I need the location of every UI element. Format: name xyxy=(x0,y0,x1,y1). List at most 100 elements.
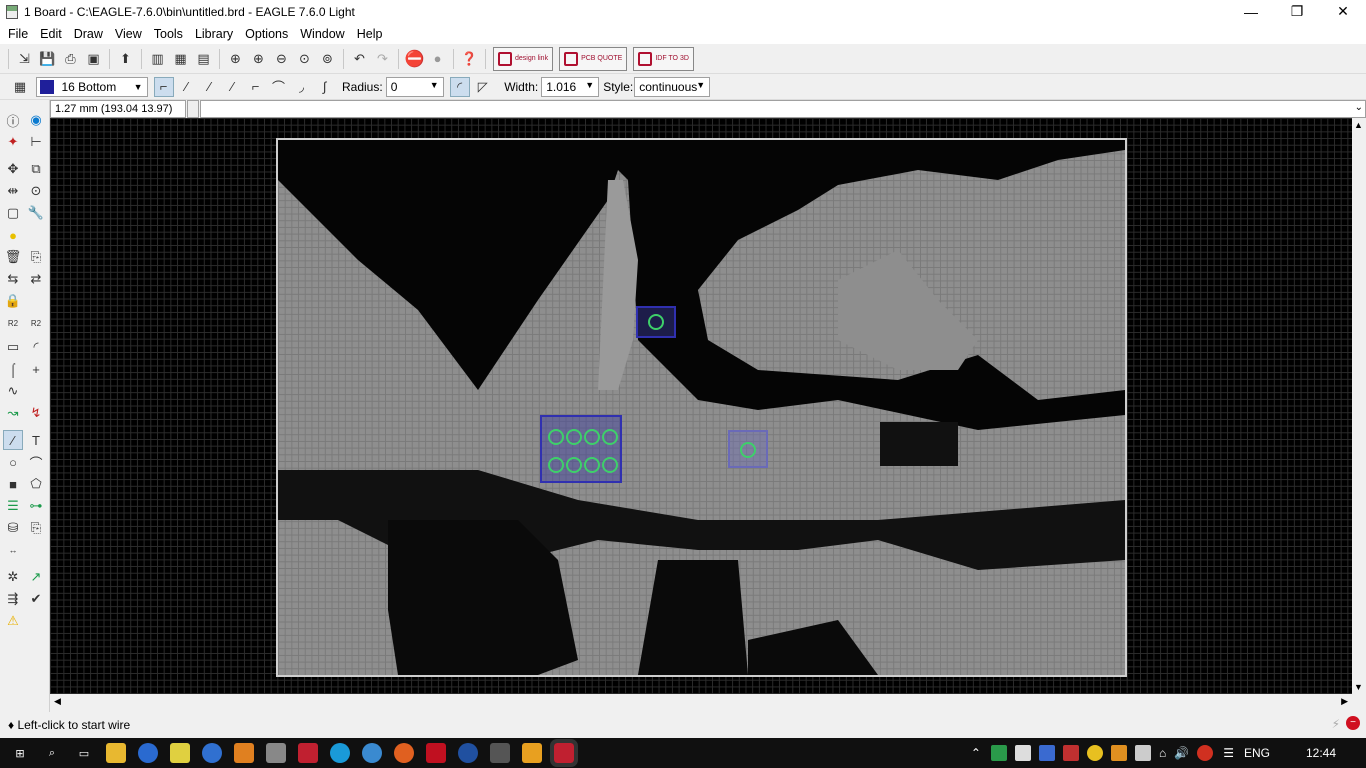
stop-command-icon[interactable]: ⚡ xyxy=(1332,717,1340,731)
command-input[interactable]: ⌄ xyxy=(200,100,1366,118)
wire-bend-arc-icon[interactable]: ⌒ xyxy=(269,77,289,97)
menu-file[interactable]: File xyxy=(2,27,34,41)
skype-icon[interactable] xyxy=(330,743,350,763)
route-icon[interactable]: ↝ xyxy=(3,403,23,423)
chrome-icon[interactable] xyxy=(138,743,158,763)
via-icon[interactable]: ☰ xyxy=(3,496,23,516)
board-canvas[interactable] xyxy=(50,118,1352,694)
eagle-taskbar-icon[interactable] xyxy=(550,739,578,767)
volume-icon[interactable]: 🔊 xyxy=(1174,746,1189,760)
zoom-in-icon[interactable]: ⊕ xyxy=(249,49,269,69)
idf-to-3d-button[interactable]: IDF TO 3D xyxy=(633,46,694,71)
menu-options[interactable]: Options xyxy=(239,27,294,41)
menu-draw[interactable]: Draw xyxy=(68,27,109,41)
help-icon[interactable]: ❓ xyxy=(460,49,480,69)
pad[interactable] xyxy=(602,457,618,473)
horizontal-scrollbar[interactable]: ◀ ▶ xyxy=(50,694,1352,710)
lock-icon[interactable]: 🔒 xyxy=(3,291,23,311)
go-icon[interactable]: ● xyxy=(428,49,448,69)
chevron-down-icon[interactable]: ▼ xyxy=(1354,682,1363,692)
app-icon[interactable] xyxy=(362,743,382,763)
chevron-right-icon[interactable]: ▶ xyxy=(1341,696,1348,707)
text-tool-icon[interactable]: T xyxy=(26,430,46,450)
pad[interactable] xyxy=(566,429,582,445)
copy-icon[interactable]: ⧉ xyxy=(26,159,46,179)
save-icon[interactable]: 💾 xyxy=(38,49,58,69)
calculator-icon[interactable] xyxy=(266,743,286,763)
search-icon[interactable]: ⌕ xyxy=(42,743,62,763)
miter-icon[interactable]: ◜ xyxy=(26,337,46,357)
pcb-quote-button[interactable]: PCB QUOTE xyxy=(559,46,628,71)
mark-icon[interactable]: ⊢ xyxy=(26,132,46,152)
polygon-tool-icon[interactable]: ⬠ xyxy=(26,474,46,494)
design-block-icon[interactable]: ▤ xyxy=(194,49,214,69)
layer-select[interactable]: 16 Bottom ▼ xyxy=(35,76,148,97)
wire-bend-45-icon[interactable]: ∕ xyxy=(177,77,197,97)
run-ulp-icon[interactable]: ▦ xyxy=(171,49,191,69)
style-combo[interactable]: continuous ▼ xyxy=(634,76,711,97)
menu-window[interactable]: Window xyxy=(294,27,350,41)
package-connector[interactable] xyxy=(540,415,622,483)
octagon-corner-icon[interactable]: ◸ xyxy=(473,77,493,97)
firefox-icon[interactable] xyxy=(394,743,414,763)
split-icon[interactable]: ⌠ xyxy=(3,359,23,379)
stop-icon[interactable]: − xyxy=(1346,716,1360,730)
name-icon[interactable]: R2 xyxy=(3,313,23,333)
pad[interactable] xyxy=(602,429,618,445)
use-library-icon[interactable]: ⬆ xyxy=(116,49,136,69)
chevron-left-icon[interactable]: ◀ xyxy=(54,696,61,707)
tray-app-icon[interactable] xyxy=(1038,745,1055,761)
smash-icon[interactable]: ▭ xyxy=(3,337,23,357)
app-icon[interactable] xyxy=(202,743,222,763)
round-corner-icon[interactable]: ◜ xyxy=(449,76,470,97)
pad[interactable] xyxy=(548,457,564,473)
hole-icon[interactable]: ⛁ xyxy=(3,518,23,538)
pinswap-icon[interactable]: ⇄ xyxy=(26,269,46,289)
windows-start-icon[interactable]: ⊞ xyxy=(10,743,30,763)
menu-view[interactable]: View xyxy=(109,27,148,41)
pad[interactable] xyxy=(566,457,582,473)
tray-app-icon[interactable] xyxy=(1197,745,1214,761)
open-icon[interactable]: ⇲ xyxy=(15,49,35,69)
zoom-fit-icon[interactable]: ⊕ xyxy=(226,49,246,69)
tray-chevron-icon[interactable]: ⌃ xyxy=(971,746,981,760)
wire-bend-straight-icon[interactable]: ∕ xyxy=(200,77,220,97)
delete-icon[interactable]: 🗑 xyxy=(3,247,23,267)
ratsnest-icon[interactable]: ✲ xyxy=(3,567,23,587)
command-history-button[interactable] xyxy=(187,100,199,118)
pad[interactable] xyxy=(548,429,564,445)
wire-bend-arc2-icon[interactable]: ◞ xyxy=(292,77,312,97)
value-icon[interactable]: R2 xyxy=(26,313,46,333)
action-center-icon[interactable]: ☰ xyxy=(1223,746,1234,760)
tray-app-icon[interactable] xyxy=(990,745,1007,761)
menu-help[interactable]: Help xyxy=(351,27,389,41)
app-icon[interactable] xyxy=(234,743,254,763)
replace-icon[interactable]: ⇆ xyxy=(3,269,23,289)
stop-icon[interactable]: ⛔ xyxy=(405,49,425,69)
app-icon[interactable] xyxy=(426,743,446,763)
zoom-redraw-icon[interactable]: ⊙ xyxy=(295,49,315,69)
signal-icon[interactable]: ⊶ xyxy=(26,496,46,516)
task-view-icon[interactable]: ▭ xyxy=(74,743,94,763)
optimize-icon[interactable]: + xyxy=(26,359,46,379)
chevron-up-icon[interactable]: ▲ xyxy=(1354,120,1363,130)
tray-app-icon[interactable] xyxy=(1086,745,1103,761)
change-icon[interactable]: 🔧 xyxy=(26,203,46,223)
cam-processor-icon[interactable]: ▣ xyxy=(84,49,104,69)
tray-app-icon[interactable] xyxy=(1134,745,1151,761)
wire-bend-diag-icon[interactable]: ∕ xyxy=(223,77,243,97)
radius-combo[interactable]: 0 ▼ xyxy=(385,76,444,97)
add-icon[interactable]: ⎘ xyxy=(26,247,46,267)
width-combo[interactable]: 1.016 ▼ xyxy=(541,76,600,97)
app-icon[interactable] xyxy=(298,743,318,763)
group-icon[interactable]: ▢ xyxy=(3,203,23,223)
notepad-icon[interactable] xyxy=(170,743,190,763)
paste-icon[interactable]: ● xyxy=(3,225,23,245)
grid-icon[interactable]: ▦ xyxy=(10,77,30,97)
menu-edit[interactable]: Edit xyxy=(34,27,68,41)
pad[interactable] xyxy=(584,429,600,445)
app-icon[interactable] xyxy=(458,743,478,763)
tray-app-icon[interactable] xyxy=(1062,745,1079,761)
wire-bend-right-icon[interactable]: ⌐ xyxy=(246,77,266,97)
zoom-select-icon[interactable]: ⊚ xyxy=(318,49,338,69)
